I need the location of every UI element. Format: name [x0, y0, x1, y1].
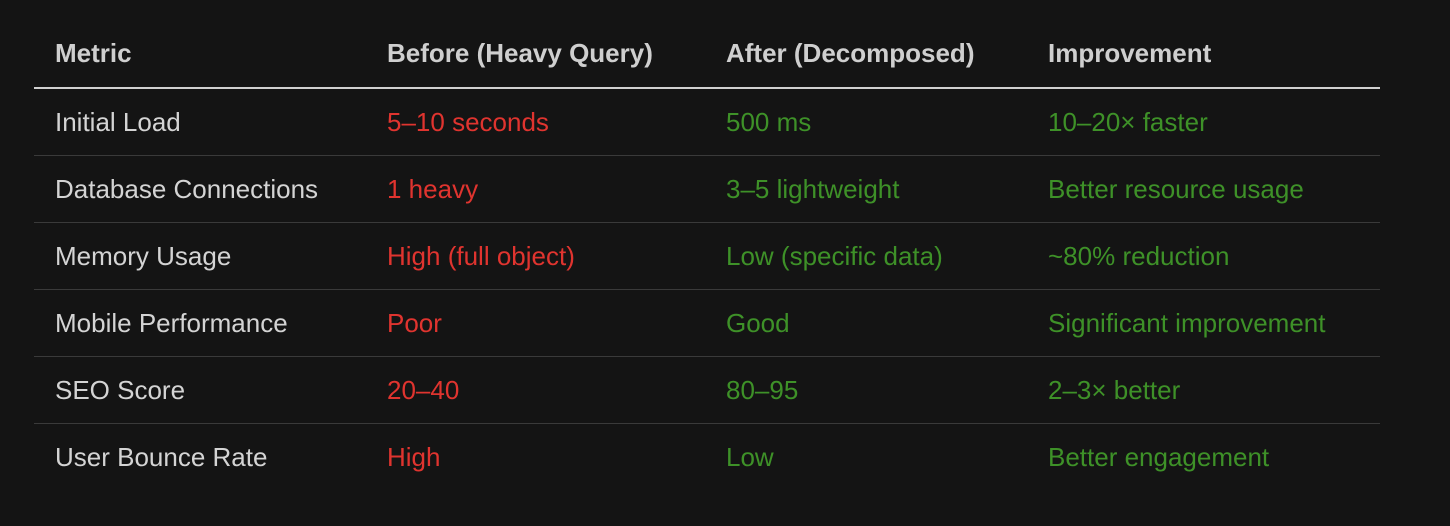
- header-before: Before (Heavy Query): [366, 20, 705, 89]
- after-cell: Low (specific data): [705, 222, 1027, 290]
- metric-cell: Database Connections: [34, 155, 366, 223]
- after-cell: 80–95: [705, 356, 1027, 424]
- table-row: Database Connections 1 heavy 3–5 lightwe…: [34, 155, 1380, 223]
- table-row: User Bounce Rate High Low Better engagem…: [34, 424, 1380, 491]
- table-row: Initial Load 5–10 seconds 500 ms 10–20× …: [34, 88, 1380, 156]
- metric-cell: SEO Score: [34, 356, 366, 424]
- before-cell: High (full object): [366, 222, 705, 290]
- comparison-table: Metric Before (Heavy Query) After (Decom…: [34, 20, 1380, 490]
- improvement-cell: 10–20× faster: [1027, 88, 1380, 156]
- before-cell: High: [387, 441, 441, 472]
- metric-cell: Mobile Performance: [34, 289, 366, 357]
- before-cell: 20–40: [366, 356, 705, 424]
- header-metric: Metric: [34, 20, 366, 89]
- after-cell: Low: [726, 441, 774, 472]
- table-header: Metric Before (Heavy Query) After (Decom…: [34, 20, 1380, 89]
- metric-cell: User Bounce Rate: [55, 441, 268, 472]
- before-cell: 5–10 seconds: [366, 88, 705, 156]
- header-after: After (Decomposed): [705, 20, 1027, 89]
- table-row: Memory Usage High (full object) Low (spe…: [34, 222, 1380, 290]
- improvement-cell: ~80% reduction: [1027, 222, 1380, 290]
- after-cell: 500 ms: [705, 88, 1027, 156]
- improvement-cell: Better resource usage: [1027, 155, 1380, 223]
- improvement-cell: 2–3× better: [1027, 356, 1380, 424]
- before-cell: Poor: [366, 289, 705, 357]
- table-row: SEO Score 20–40 80–95 2–3× better: [34, 356, 1380, 424]
- after-cell: 3–5 lightweight: [705, 155, 1027, 223]
- improvement-cell: Significant improvement: [1027, 289, 1380, 357]
- before-cell: 1 heavy: [366, 155, 705, 223]
- header-improvement: Improvement: [1027, 20, 1380, 89]
- comparison-table-container: Metric Before (Heavy Query) After (Decom…: [34, 20, 1380, 490]
- table-row: Mobile Performance Poor Good Significant…: [34, 289, 1380, 357]
- improvement-cell: Better engagement: [1048, 441, 1270, 472]
- after-cell: Good: [705, 289, 1027, 357]
- header-row: Metric Before (Heavy Query) After (Decom…: [34, 20, 1380, 89]
- metric-cell: Memory Usage: [34, 222, 366, 290]
- table-body: Initial Load 5–10 seconds 500 ms 10–20× …: [34, 88, 1380, 490]
- metric-cell: Initial Load: [34, 88, 366, 156]
